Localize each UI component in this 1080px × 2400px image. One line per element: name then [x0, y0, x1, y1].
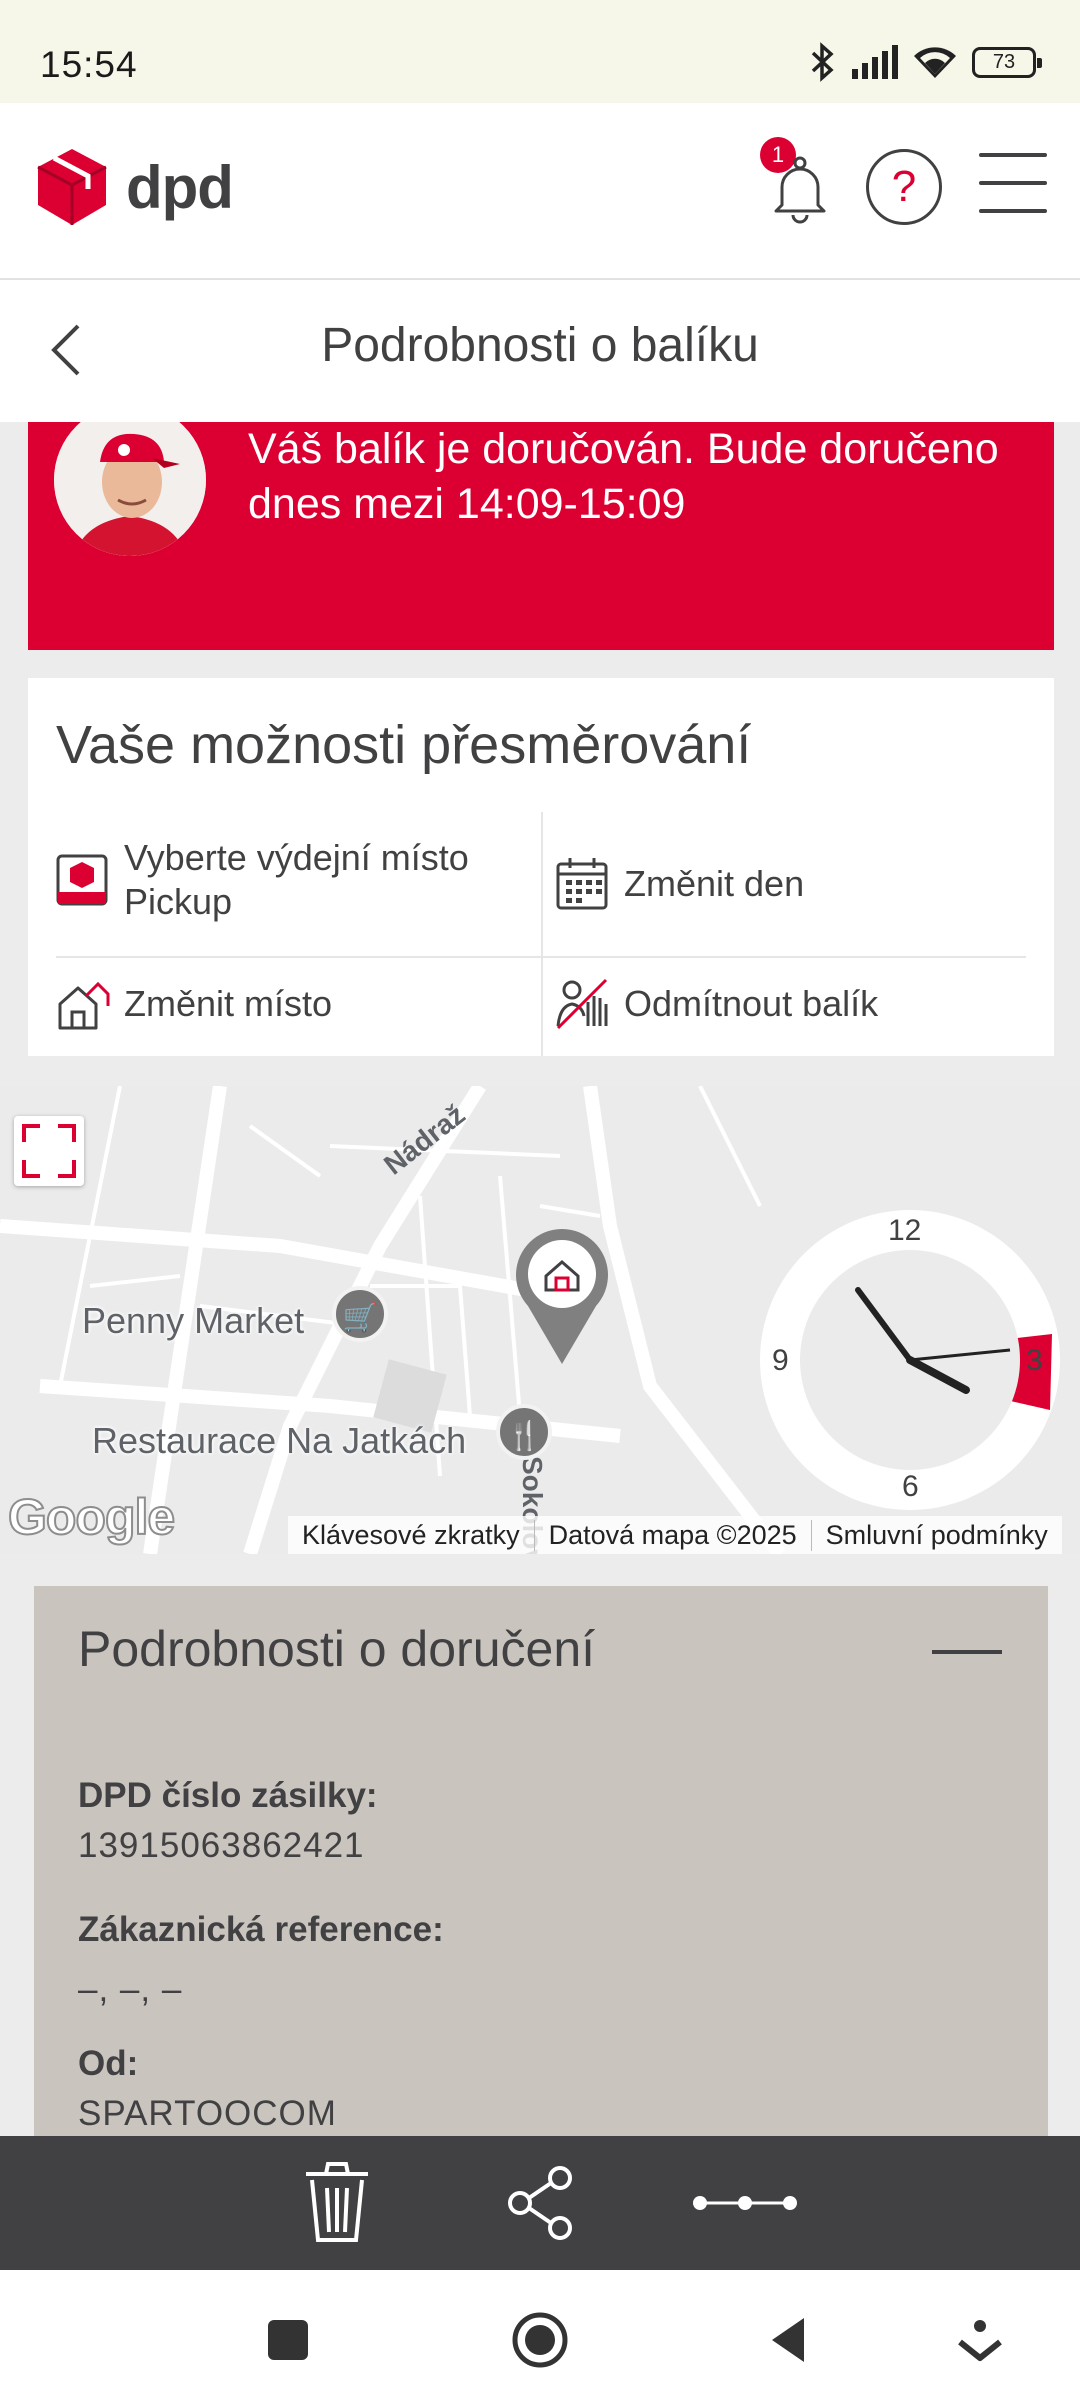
keyboard-shortcuts-link[interactable]: Klávesové zkratky [288, 1519, 535, 1551]
notifications-button[interactable]: 1 [760, 135, 830, 225]
status-bar: 15:54 73 [0, 0, 1080, 103]
question-icon: ? [891, 162, 917, 211]
delivery-map[interactable]: Nádraž Sokolovská Penny Market 🛒 Restaur… [0, 1086, 1080, 1554]
tracking-number-value: 13915063862421 [78, 1826, 365, 1865]
logo-text: dpd [126, 153, 234, 221]
fullscreen-button[interactable] [14, 1116, 84, 1186]
recent-apps-icon[interactable] [258, 2310, 318, 2370]
map-attribution: Klávesové zkratky Datová mapa ©2025 Smlu… [288, 1516, 1062, 1554]
house-icon [58, 981, 110, 1030]
dpd-cube-icon [37, 149, 107, 225]
refuse-hand-icon [556, 978, 608, 1030]
option-change-day[interactable]: Změnit den [554, 856, 804, 912]
home-icon[interactable] [510, 2310, 570, 2370]
signal-icon [852, 45, 898, 79]
expand-icon [22, 1124, 76, 1178]
calendar-icon [556, 858, 608, 910]
destination-pin-icon[interactable] [510, 1226, 614, 1366]
option-label: Odmítnout balík [624, 983, 879, 1024]
wifi-icon [914, 47, 956, 78]
trash-icon[interactable] [292, 2158, 382, 2248]
option-refuse-parcel[interactable]: Odmítnout balík [554, 976, 878, 1032]
divider [541, 812, 543, 1056]
status-icons: 73 [810, 38, 1042, 86]
clock-number: 9 [772, 1344, 789, 1377]
back-triangle-icon[interactable] [760, 2310, 820, 2370]
more-options-icon[interactable] [692, 2158, 798, 2248]
pickup-icon [56, 854, 108, 906]
cart-icon[interactable]: 🛒 [332, 1286, 388, 1342]
share-icon[interactable] [496, 2158, 586, 2248]
app-header: dpd 1 ? [0, 103, 1080, 280]
option-label: Změnit místo [124, 983, 333, 1024]
hamburger-menu-icon[interactable] [979, 153, 1047, 213]
map-data-text: Datová mapa ©2025 [535, 1519, 812, 1551]
delivery-details-title: Podrobnosti o doručení [78, 1621, 596, 1677]
help-button[interactable]: ? [866, 149, 942, 225]
clock-number: 6 [902, 1470, 919, 1503]
system-navigation-bar [0, 2270, 1080, 2400]
restaurant-icon[interactable]: 🍴 [496, 1404, 552, 1460]
divider [56, 956, 1026, 958]
bottom-toolbar [0, 2136, 1080, 2270]
option-label: Vyberte výdejní místo Pickup [124, 837, 469, 922]
clock-number: 12 [888, 1214, 922, 1247]
courier-avatar [54, 422, 206, 556]
clock-number: 3 [1026, 1344, 1043, 1377]
customer-reference-label: Zákaznická reference: [78, 1910, 444, 1949]
poi-label[interactable]: Penny Market [82, 1300, 304, 1342]
redirect-options-card: Vaše možnosti přesměrování Vyberte výdej… [28, 678, 1054, 1056]
page-title-bar: Podrobnosti o balíku [0, 280, 1080, 422]
tracking-number-label: DPD číslo zásilky: [78, 1776, 378, 1815]
poi-label[interactable]: Restaurace Na Jatkách [92, 1420, 466, 1462]
terms-link[interactable]: Smluvní podmínky [812, 1520, 1062, 1551]
delivery-status-banner: Váš balík je doručován. Bude doručeno dn… [28, 422, 1054, 650]
redirect-options-title: Vaše možnosti přesměrování [56, 715, 752, 775]
battery-indicator: 73 [972, 46, 1042, 78]
page-title: Podrobnosti o balíku [321, 319, 759, 372]
google-logo: Google [7, 1488, 176, 1546]
delivery-time-clock: 12 3 6 9 [760, 1210, 1060, 1510]
option-change-place[interactable]: Změnit místo [54, 976, 332, 1032]
collapse-minus-icon[interactable] [932, 1650, 1002, 1654]
option-label: Změnit den [624, 863, 805, 904]
option-pickup-point[interactable]: Vyberte výdejní místo Pickup [54, 836, 534, 924]
bluetooth-icon [811, 42, 834, 82]
delivery-details-panel: Podrobnosti o doručení DPD číslo zásilky… [34, 1586, 1048, 2136]
sender-value: SPARTOOCOM [78, 2094, 337, 2133]
hide-keyboard-icon[interactable] [950, 2310, 1010, 2370]
dpd-logo[interactable]: dpd [36, 147, 234, 227]
delivery-status-text: Váš balík je doručován. Bude doručeno dn… [248, 425, 999, 528]
sender-label: Od: [78, 2044, 139, 2083]
customer-reference-value: –, –, – [78, 1970, 183, 2009]
status-time: 15:54 [40, 44, 138, 85]
bell-icon [774, 156, 826, 224]
